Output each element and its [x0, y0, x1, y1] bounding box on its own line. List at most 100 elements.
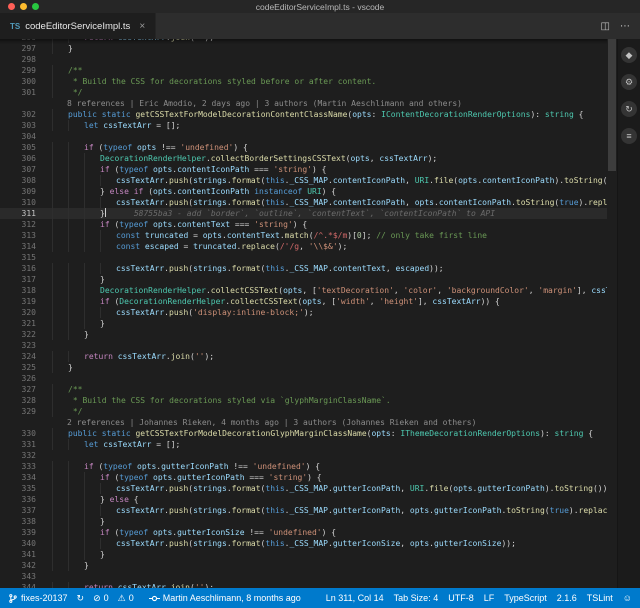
sync-icon[interactable]: ↻ [621, 101, 637, 117]
code-row[interactable]: 303let cssTextArr = []; [0, 120, 607, 131]
code-row[interactable]: 327/** [0, 384, 607, 395]
code-row[interactable]: 321} [0, 318, 607, 329]
code-row[interactable]: 306DecorationRenderHelper.collectBorderS… [0, 153, 607, 164]
code-line [46, 131, 52, 142]
indent-guide [68, 164, 84, 175]
status-eol[interactable]: LF [484, 593, 495, 603]
code-row[interactable]: 339if (typeof opts.gutterIconSize !== 'u… [0, 527, 607, 538]
code-row[interactable]: 337cssTextArr.push(strings.format(this._… [0, 505, 607, 516]
code-row[interactable]: 333if (typeof opts.gutterIconPath !== 'u… [0, 461, 607, 472]
code-row[interactable]: 320cssTextArr.push('display:inline-block… [0, 307, 607, 318]
code-row[interactable]: 311}58755ba3 - add `border`, `outline`, … [0, 208, 607, 219]
tab-code-editor-service-impl[interactable]: TS codeEditorServiceImpl.ts × [0, 13, 156, 39]
code-row[interactable]: 319if (DecorationRenderHelper.collectCSS… [0, 296, 607, 307]
code-row[interactable]: 301 */ [0, 87, 607, 98]
line-number: 337 [0, 505, 46, 516]
code-row[interactable]: 304 [0, 131, 607, 142]
status-tab-size[interactable]: Tab Size: 4 [394, 593, 439, 603]
code-row[interactable]: 308cssTextArr.push(strings.format(this._… [0, 175, 607, 186]
status-ts-version[interactable]: 2.1.6 [557, 593, 577, 603]
line-number: 319 [0, 296, 46, 307]
code-line: */ [46, 87, 82, 98]
code-row[interactable]: 340cssTextArr.push(strings.format(this._… [0, 538, 607, 549]
code-row[interactable]: 307if (typeof opts.contentIconPath === '… [0, 164, 607, 175]
code-row[interactable]: 316cssTextArr.push(strings.format(this._… [0, 263, 607, 274]
code-row[interactable]: 310cssTextArr.push(strings.format(this._… [0, 197, 607, 208]
code-row[interactable]: 325} [0, 362, 607, 373]
code-row[interactable]: 326 [0, 373, 607, 384]
code-row[interactable]: 309} else if (opts.contentIconPath insta… [0, 186, 607, 197]
code-row[interactable]: 343 [0, 571, 607, 582]
indent-guide [52, 560, 68, 571]
code-row[interactable]: 299/** [0, 65, 607, 76]
close-window-button[interactable] [8, 3, 15, 10]
code-row[interactable]: 297} [0, 43, 607, 54]
scrollbar-thumb[interactable] [608, 39, 616, 171]
code-row[interactable]: 331let cssTextArr = []; [0, 439, 607, 450]
code-row[interactable]: 334if (typeof opts.gutterIconPath === 's… [0, 472, 607, 483]
split-editor-icon[interactable]: ◫ [601, 21, 610, 32]
code-row[interactable]: 332 [0, 450, 607, 461]
code-row[interactable]: 329 */ [0, 406, 607, 417]
code-line [46, 340, 52, 351]
sync-status[interactable]: ↻ [77, 593, 85, 604]
minimize-window-button[interactable] [20, 3, 27, 10]
indent-guide [52, 549, 68, 560]
status-encoding[interactable]: UTF-8 [448, 593, 474, 603]
code-line: /** [46, 384, 82, 395]
sync-icon: ↻ [77, 593, 85, 604]
scrollbar[interactable] [607, 39, 617, 588]
code-row[interactable]: 318DecorationRenderHelper.collectCSSText… [0, 285, 607, 296]
indent-guide [84, 318, 100, 329]
more-actions-icon[interactable]: ⋯ [620, 21, 630, 32]
code-row[interactable]: 317} [0, 274, 607, 285]
indent-guide [68, 351, 84, 362]
feedback-smiley-icon[interactable]: ☺ [623, 593, 632, 603]
indent-guide [100, 505, 116, 516]
code-row[interactable]: 335cssTextArr.push(strings.format(this._… [0, 483, 607, 494]
code-row[interactable]: 328 * Build the CSS for decorations styl… [0, 395, 607, 406]
error-status[interactable]: ⊘ 0 [93, 593, 109, 604]
list-icon[interactable]: ≡ [621, 128, 637, 144]
indent-guide [100, 230, 116, 241]
status-language[interactable]: TypeScript [504, 593, 547, 603]
code-row[interactable]: 323 [0, 340, 607, 351]
code-row[interactable]: 344return cssTextArr.join(''); [0, 582, 607, 588]
git-branch-status[interactable]: fixes-20137 [8, 593, 68, 604]
code-row[interactable]: 342} [0, 560, 607, 571]
code-row[interactable]: 298 [0, 54, 607, 65]
code-line: public static getCSSTextForModelDecorati… [46, 428, 593, 439]
zoom-window-button[interactable] [32, 3, 39, 10]
code-row[interactable]: 312if (typeof opts.contentText === 'stri… [0, 219, 607, 230]
code-row[interactable]: 305if (typeof opts !== 'undefined') { [0, 142, 607, 153]
code-row[interactable]: 338} [0, 516, 607, 527]
code-row[interactable]: 336} else { [0, 494, 607, 505]
indent-guide [68, 142, 84, 153]
codelens-row[interactable]: 2 references | Johannes Rieken, 4 months… [0, 417, 607, 428]
gear-icon[interactable]: ⚙ [621, 74, 637, 90]
warning-status[interactable]: ⚠ 0 [118, 593, 134, 604]
indent-guide [52, 505, 68, 516]
code-row[interactable]: 330public static getCSSTextForModelDecor… [0, 428, 607, 439]
code-row[interactable]: 314const escaped = truncated.replace(/'/… [0, 241, 607, 252]
indent-guide [52, 230, 68, 241]
code-row[interactable]: 322} [0, 329, 607, 340]
status-line-col[interactable]: Ln 311, Col 14 [326, 593, 384, 603]
gitlens-blame-status[interactable]: Martin Aeschlimann, 8 months ago [149, 593, 301, 604]
indent-guide [68, 186, 84, 197]
status-tslint[interactable]: TSLint [587, 593, 613, 603]
close-tab-icon[interactable]: × [139, 21, 145, 32]
diamond-icon[interactable]: ◆ [621, 47, 637, 63]
code-row[interactable]: 313const truncated = opts.contentText.ma… [0, 230, 607, 241]
codelens-row[interactable]: 8 references | Eric Amodio, 2 days ago |… [0, 98, 607, 109]
indent-guide [52, 241, 68, 252]
code-row[interactable]: 341} [0, 549, 607, 560]
code-row[interactable]: 302public static getCSSTextForModelDecor… [0, 109, 607, 120]
code-row[interactable]: 300 * Build the CSS for decorations styl… [0, 76, 607, 87]
code-editor[interactable]: 296return cssTextArr.join('');297}298299… [0, 39, 607, 588]
code-row[interactable]: 315 [0, 252, 607, 263]
code-row[interactable]: 324return cssTextArr.join(''); [0, 351, 607, 362]
indent-guide [100, 483, 116, 494]
line-number: 342 [0, 560, 46, 571]
line-number: 326 [0, 373, 46, 384]
